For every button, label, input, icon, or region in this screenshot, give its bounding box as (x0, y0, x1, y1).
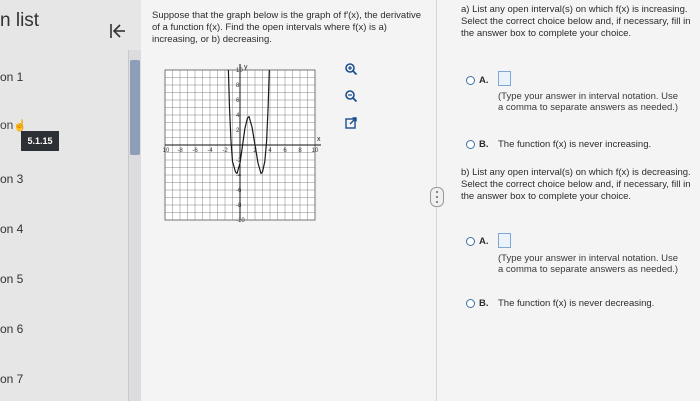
question-prompt: Suppose that the graph below is the grap… (152, 10, 421, 45)
graph-y-axis-label: y (244, 64, 248, 71)
part-b-choice-b-letter: B. (479, 298, 489, 309)
graph-x-tick-label: -10 (163, 148, 170, 154)
sidebar-item-question-5[interactable]: on 5 (0, 272, 23, 286)
derivative-graph: xy-10-8-6-4-2246810108642-2-4-6-8-10 (163, 64, 321, 224)
part-b-prompt: b) List any open interval(s) on which f(… (461, 167, 691, 202)
part-a-choice-a-radio[interactable] (466, 76, 475, 85)
current-question-label: on (0, 118, 14, 132)
question-list-heading: n list (0, 10, 40, 31)
part-a-choice-a-hint: (Type your answer in interval notation. … (498, 91, 679, 113)
collapse-left-icon[interactable] (108, 22, 128, 42)
sidebar-item-question-6[interactable]: on 6 (0, 322, 23, 336)
graph-y-tick-label: 10 (236, 68, 243, 74)
sidebar-item-question-4[interactable]: on 4 (0, 222, 23, 236)
question-list-sidebar: n list on 1 on☝ 5.1.15 on 3 on 4 on 5 on… (0, 0, 141, 401)
external-link-glyph (345, 117, 357, 129)
graph-x-tick-label: 10 (312, 148, 319, 154)
collapse-arrow-glyph (110, 24, 125, 38)
sidebar-item-current-question[interactable]: on☝ (0, 118, 29, 132)
graph-x-tick-label: -6 (192, 148, 198, 154)
part-a-prompt: a) List any open interval(s) on which f(… (461, 4, 691, 39)
part-a-choice-b-letter: B. (479, 139, 489, 150)
graph-y-tick-label: -10 (236, 218, 245, 224)
sidebar-item-question-1[interactable]: on 1 (0, 70, 23, 84)
external-link-icon[interactable] (343, 116, 359, 132)
sidebar-scrollbar-thumb[interactable] (130, 60, 140, 155)
zoom-out-glyph (345, 90, 358, 103)
part-b-choice-a-letter: A. (479, 236, 489, 247)
part-b-choice-b-text: The function f(x) is never decreasing. (498, 298, 655, 309)
pane-resize-handle[interactable] (430, 187, 444, 207)
graph-x-axis-label: x (317, 136, 321, 143)
zoom-in-icon[interactable] (343, 62, 359, 78)
part-b-answer-box[interactable] (498, 233, 511, 248)
current-question-badge: 5.1.15 (21, 131, 59, 151)
part-b-choice-a-hint: (Type your answer in interval notation. … (498, 253, 679, 275)
zoom-in-glyph (345, 63, 358, 76)
sidebar-item-question-7[interactable]: on 7 (0, 372, 23, 386)
zoom-out-icon[interactable] (343, 89, 359, 105)
part-b-choice-a-radio[interactable] (466, 237, 475, 246)
part-a-choice-b-text: The function f(x) is never increasing. (498, 139, 652, 150)
part-a-answer-box[interactable] (498, 71, 511, 86)
graph-x-tick-label: -8 (177, 148, 183, 154)
part-a-choice-b-radio[interactable] (466, 140, 475, 149)
part-a-choice-a-letter: A. (479, 75, 489, 86)
graph-y-tick-label: -8 (236, 203, 242, 209)
part-b-choice-b-radio[interactable] (466, 299, 475, 308)
sidebar-item-question-3[interactable]: on 3 (0, 172, 23, 186)
graph-x-tick-label: -2 (222, 148, 228, 154)
graph-y-tick-label: -6 (236, 188, 242, 194)
question-content: Suppose that the graph below is the grap… (141, 0, 700, 401)
graph-x-tick-label: -4 (207, 148, 213, 154)
